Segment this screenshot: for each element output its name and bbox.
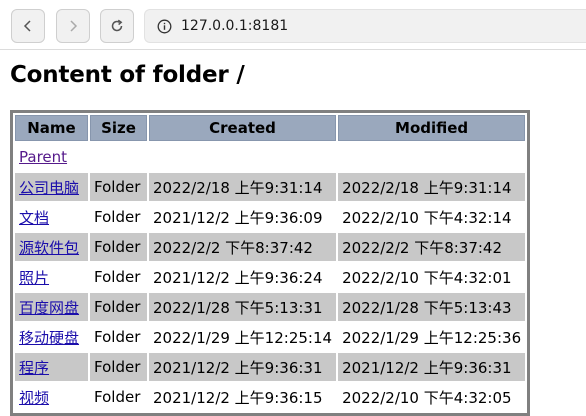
- name-cell: 程序: [15, 353, 88, 381]
- table-row: 文档 Folder 2021/12/2 上午9:36:09 2022/2/10 …: [15, 203, 525, 231]
- parent-cell: Parent: [15, 143, 525, 171]
- modified-cell: 2022/2/18 上午9:31:14: [338, 173, 526, 201]
- table-row: 移动硬盘 Folder 2022/1/29 上午12:25:14 2022/1/…: [15, 323, 525, 351]
- name-cell: 照片: [15, 263, 88, 291]
- folder-link[interactable]: 百度网盘: [19, 299, 79, 317]
- table-row: 照片 Folder 2021/12/2 上午9:36:24 2022/2/10 …: [15, 263, 525, 291]
- size-cell: Folder: [90, 233, 147, 261]
- address-bar[interactable]: 127.0.0.1:8181: [144, 9, 586, 43]
- created-cell: 2022/1/28 下午5:13:31: [149, 293, 337, 321]
- size-cell: Folder: [94, 208, 141, 226]
- url-text: 127.0.0.1:8181: [181, 18, 289, 34]
- folder-link[interactable]: 公司电脑: [19, 179, 79, 197]
- size-cell: Folder: [94, 388, 141, 406]
- folder-link[interactable]: 照片: [19, 269, 49, 287]
- column-header-created: Created: [149, 115, 337, 141]
- created-cell: 2021/12/2 上午9:36:09: [153, 208, 323, 227]
- modified-cell: 2022/1/29 上午12:25:36: [342, 328, 522, 347]
- header-row: Name Size Created Modified: [15, 115, 526, 141]
- browser-toolbar: 127.0.0.1:8181: [0, 0, 586, 50]
- created-cell: 2021/12/2 上午9:36:24: [153, 268, 323, 287]
- info-icon[interactable]: [157, 19, 172, 34]
- table-row: 程序 Folder 2021/12/2 上午9:36:31 2021/12/2 …: [15, 353, 526, 381]
- table-row: 视频 Folder 2021/12/2 上午9:36:15 2022/2/10 …: [15, 383, 525, 411]
- chevron-left-icon: [23, 20, 31, 32]
- folder-listing: Name Size Created Modified Parent 公司电脑 F…: [10, 110, 531, 416]
- modified-cell: 2022/2/10 下午4:32:14: [342, 208, 512, 227]
- table-row: 源软件包 Folder 2022/2/2 下午8:37:42 2022/2/2 …: [15, 233, 526, 261]
- name-cell: 移动硬盘: [15, 323, 88, 351]
- reload-button[interactable]: [100, 9, 134, 43]
- reload-icon: [111, 19, 123, 32]
- name-cell: 公司电脑: [15, 173, 88, 201]
- size-cell: Folder: [90, 353, 147, 381]
- modified-cell: 2022/2/10 下午4:32:01: [342, 268, 512, 287]
- created-cell: 2021/12/2 上午9:36:15: [153, 388, 323, 407]
- size-cell: Folder: [94, 268, 141, 286]
- folder-link[interactable]: 程序: [19, 359, 49, 377]
- forward-button[interactable]: [56, 9, 90, 43]
- name-cell: 视频: [15, 383, 88, 411]
- size-cell: Folder: [94, 328, 141, 346]
- modified-cell: 2022/2/10 下午4:32:05: [342, 388, 512, 407]
- parent-link[interactable]: Parent: [19, 148, 67, 166]
- created-cell: 2022/1/29 上午12:25:14: [153, 328, 333, 347]
- page-title: Content of folder /: [10, 62, 245, 88]
- folder-link[interactable]: 视频: [19, 389, 49, 407]
- column-header-modified: Modified: [338, 115, 526, 141]
- parent-row: Parent: [15, 143, 525, 171]
- folder-link[interactable]: 文档: [19, 209, 49, 227]
- column-header-size: Size: [90, 115, 147, 141]
- name-cell: 文档: [15, 203, 88, 231]
- created-cell: 2022/2/2 下午8:37:42: [149, 233, 337, 261]
- folder-link[interactable]: 移动硬盘: [19, 329, 79, 347]
- modified-cell: 2022/2/2 下午8:37:42: [338, 233, 526, 261]
- size-cell: Folder: [90, 173, 147, 201]
- back-button[interactable]: [11, 9, 45, 43]
- column-header-name: Name: [15, 115, 88, 141]
- table-row: 公司电脑 Folder 2022/2/18 上午9:31:14 2022/2/1…: [15, 173, 526, 201]
- modified-cell: 2021/12/2 上午9:36:31: [338, 353, 526, 381]
- folder-link[interactable]: 源软件包: [19, 239, 79, 257]
- size-cell: Folder: [90, 293, 147, 321]
- table-row: 百度网盘 Folder 2022/1/28 下午5:13:31 2022/1/2…: [15, 293, 526, 321]
- created-cell: 2021/12/2 上午9:36:31: [149, 353, 337, 381]
- created-cell: 2022/2/18 上午9:31:14: [149, 173, 337, 201]
- chevron-right-icon: [70, 20, 78, 32]
- folder-table: Name Size Created Modified Parent 公司电脑 F…: [10, 110, 531, 416]
- name-cell: 源软件包: [15, 233, 88, 261]
- name-cell: 百度网盘: [15, 293, 88, 321]
- modified-cell: 2022/1/28 下午5:13:43: [338, 293, 526, 321]
